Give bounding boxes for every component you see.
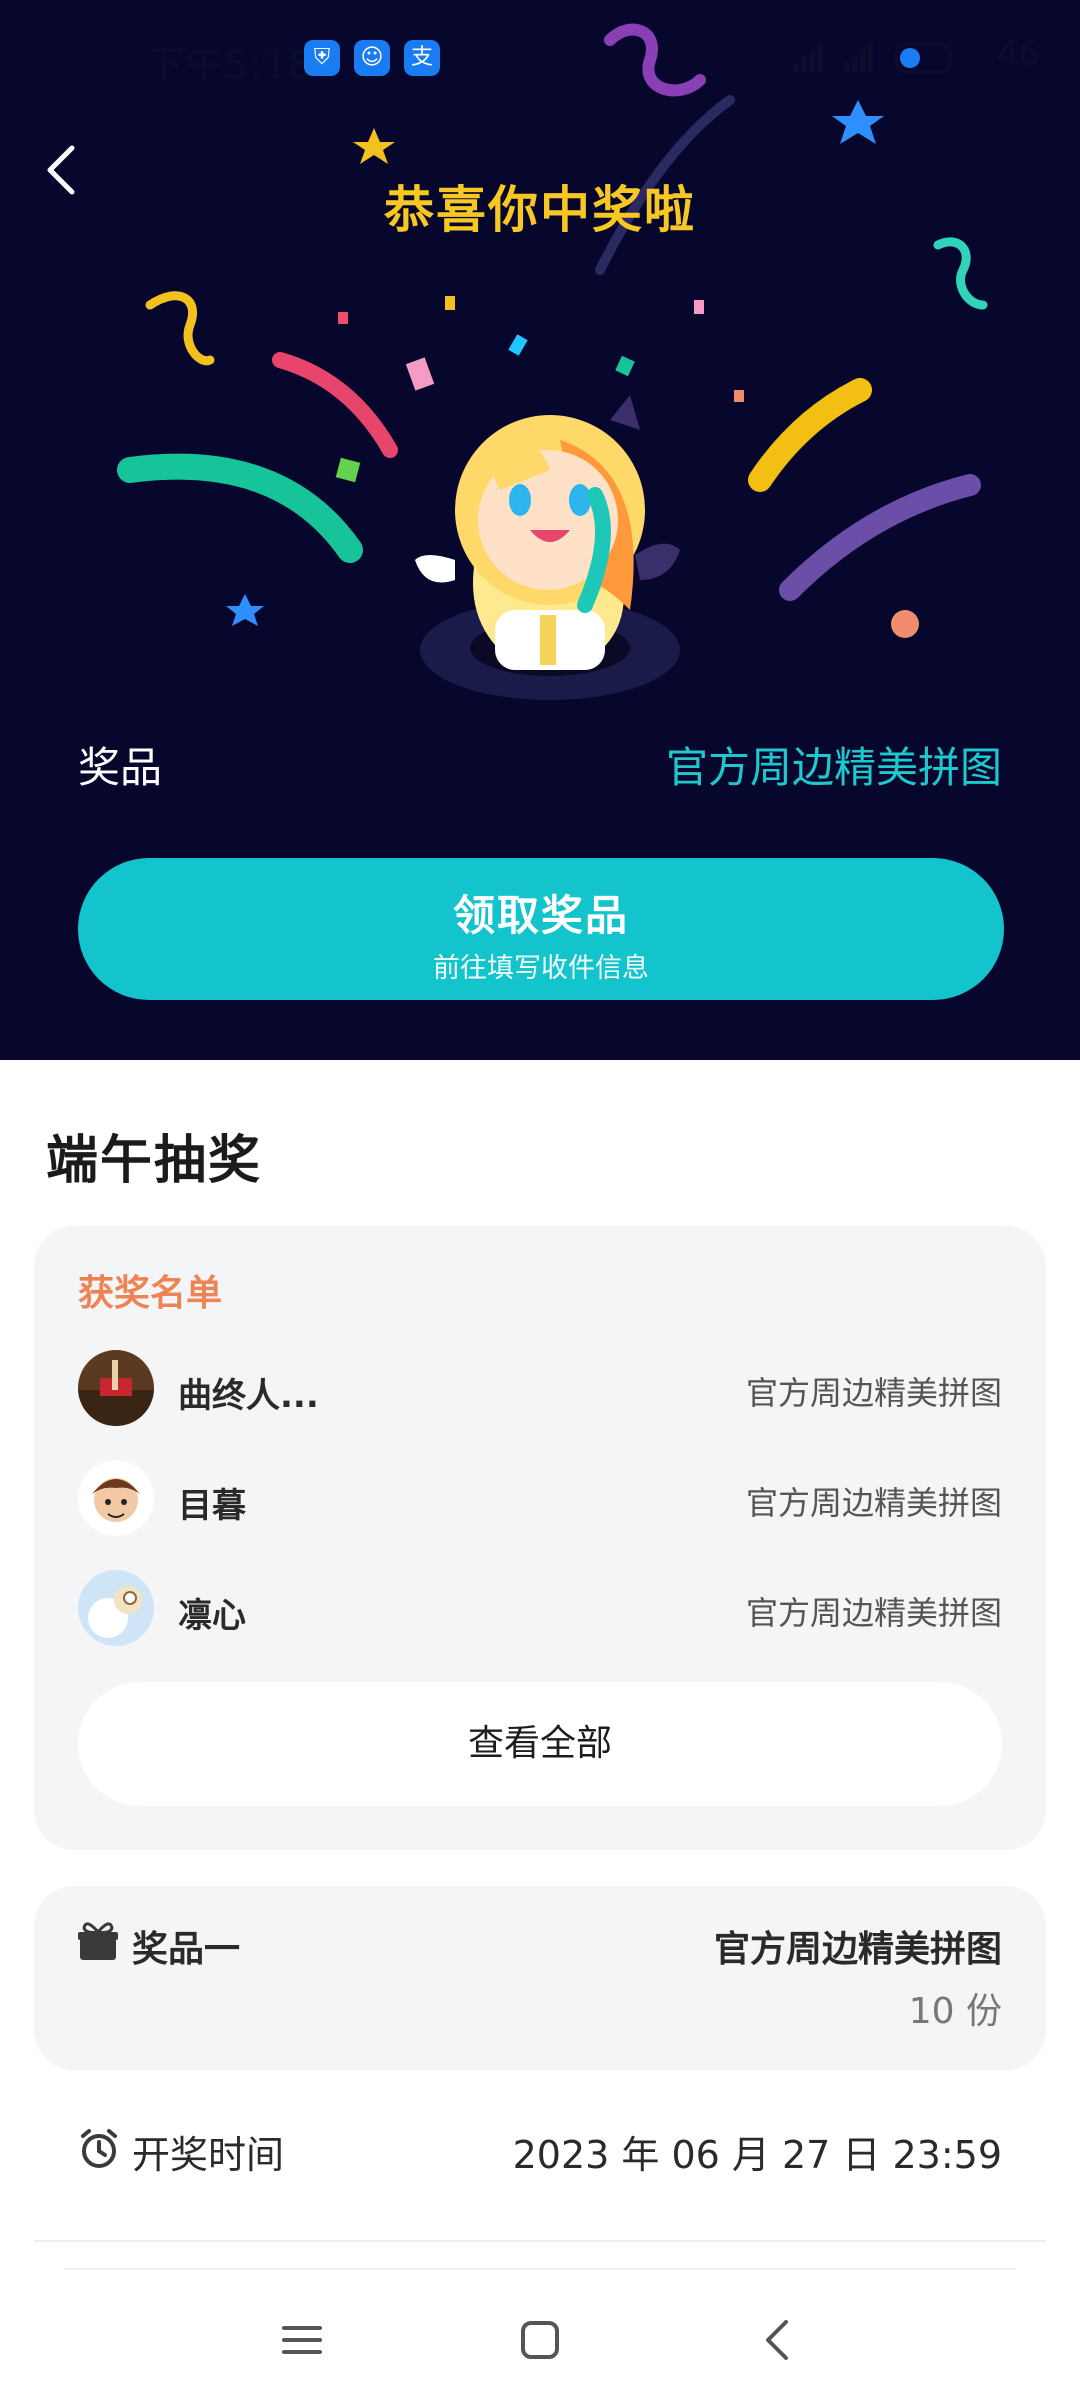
- draw-time-row: 开奖时间 2023 年 06 月 27 日 23:59: [34, 2110, 1046, 2210]
- prize-info-card: 奖品一 官方周边精美拼图 10 份: [34, 1886, 1046, 2070]
- winner-name: 曲终人...: [178, 1376, 319, 1416]
- prize-info-name: 官方周边精美拼图: [713, 1929, 1002, 1970]
- prize-info-quantity: 10 份: [908, 1991, 1002, 2032]
- hero-banner: 下午5:18 ⛨ ☺ 支 46 恭喜你中奖啦 奖品 官方周边精美拼图 领取奖品 …: [0, 0, 1080, 1060]
- claim-button-sublabel: 前往填写收件信息: [433, 953, 649, 984]
- avatar: [78, 1460, 154, 1536]
- winner-row: 目暮 官方周边精美拼图: [78, 1460, 1002, 1540]
- avatar: [78, 1350, 154, 1426]
- gift-icon: [78, 1922, 118, 1960]
- prize-label: 奖品: [78, 743, 163, 792]
- winner-name: 凛心: [178, 1596, 246, 1636]
- winner-row: 曲终人... 官方周边精美拼图: [78, 1350, 1002, 1430]
- home-icon[interactable]: [510, 2310, 570, 2370]
- winners-title: 获奖名单: [78, 1273, 223, 1314]
- hero-title: 恭喜你中奖啦: [384, 181, 696, 239]
- back-nav-icon[interactable]: [748, 2310, 808, 2370]
- alarm-clock-icon: [81, 2129, 117, 2168]
- menu-icon[interactable]: [272, 2310, 332, 2370]
- prize-value: 官方周边精美拼图: [665, 743, 1002, 792]
- system-nav-bar: [0, 2280, 1080, 2400]
- winners-card: 获奖名单 曲终人... 官方周边精美拼图 目暮 官方周边精美拼图 凛心 官方周边…: [34, 1226, 1046, 1850]
- winner-prize: 官方周边精美拼图: [745, 1374, 1002, 1412]
- view-all-button[interactable]: 查看全部: [78, 1682, 1002, 1806]
- claim-prize-button[interactable]: 领取奖品 前往填写收件信息: [78, 858, 1004, 1000]
- avatar: [78, 1570, 154, 1646]
- winner-name: 目暮: [178, 1486, 246, 1526]
- prize-info-label: 奖品一: [132, 1929, 241, 1970]
- mascot-illustration: [415, 395, 680, 700]
- winner-prize: 官方周边精美拼图: [745, 1484, 1002, 1522]
- divider: [34, 2240, 1046, 2242]
- divider: [64, 2268, 1016, 2270]
- winner-row: 凛心 官方周边精美拼图: [78, 1570, 1002, 1650]
- draw-time-value: 2023 年 06 月 27 日 23:59: [512, 2133, 1002, 2177]
- event-title: 端午抽奖: [46, 1131, 263, 1191]
- claim-button-label: 领取奖品: [452, 891, 629, 940]
- winner-prize: 官方周边精美拼图: [745, 1594, 1002, 1632]
- draw-time-label: 开奖时间: [132, 2133, 285, 2177]
